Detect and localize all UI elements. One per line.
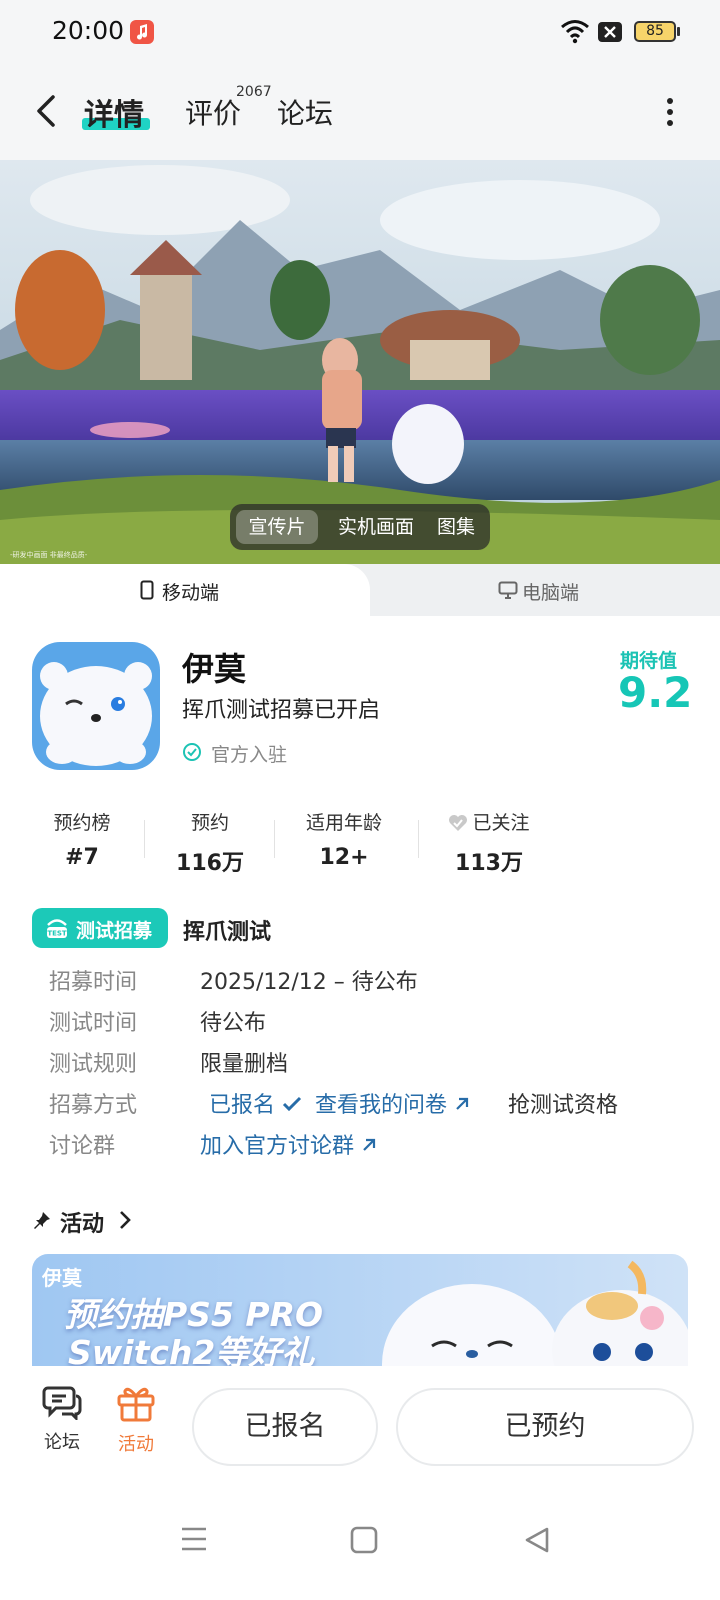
discussion-group-label: 讨论群 [49, 1134, 116, 1159]
banner-logo: 伊莫 [42, 1266, 82, 1290]
media-tab-gallery[interactable]: 图集 [426, 510, 486, 544]
header-nav: 详情 评价 2067 论坛 [0, 64, 720, 160]
chat-bubbles-icon [42, 1386, 82, 1422]
signed-up-label: 已报名 [209, 1093, 276, 1118]
signed-up-button[interactable]: 已报名 [192, 1388, 378, 1466]
activity-banner[interactable]: 伊莫 预约抽PS5 PRO Switch2等好礼 [32, 1254, 688, 1366]
signed-up-link[interactable]: 已报名 [209, 1087, 302, 1119]
join-group-label: 加入官方讨论群 [200, 1134, 355, 1159]
recruit-method-label: 招募方式 [49, 1093, 138, 1118]
test-rule-label: 测试规则 [49, 1052, 138, 1077]
back-triangle-icon[interactable] [524, 1526, 550, 1554]
activity-nav-item[interactable]: 活动 [106, 1384, 166, 1456]
tab-details-label: 详情 [84, 98, 144, 133]
battery-level: 85 [646, 23, 664, 39]
stat-reservations[interactable]: 预约 116万 [172, 808, 248, 877]
wifi-icon [561, 20, 589, 44]
view-questionnaire-link[interactable]: 查看我的问卷 [315, 1087, 470, 1119]
app-subtitle: 挥爪测试招募已开启 [182, 698, 381, 723]
verified-check-icon [183, 743, 201, 761]
official-label: 官方入驻 [211, 744, 288, 766]
app-name: 伊莫 [182, 650, 247, 688]
app-icon [32, 642, 160, 770]
recruit-time-value: 2025/12/12 – 待公布 [200, 970, 418, 995]
bottom-action-bar: 论坛 活动 已报名 已预约 [0, 1366, 720, 1486]
battery-tip [677, 27, 680, 36]
stat-followers-label-wrap: 已关注 [444, 808, 534, 835]
join-group-link[interactable]: 加入官方讨论群 [200, 1128, 377, 1160]
platform-tabs: 移动端 电脑端 [0, 564, 720, 616]
stat-reservations-label: 预约 [190, 812, 229, 834]
back-arrow-icon[interactable] [34, 94, 58, 128]
stat-followers-value: 113万 [455, 851, 523, 876]
expectation-score: 9.2 [618, 668, 693, 717]
media-tab-gameplay[interactable]: 实机画面 [326, 510, 426, 544]
tab-forum[interactable]: 论坛 [277, 92, 333, 132]
test-time-label: 测试时间 [49, 1011, 138, 1036]
stat-age-value: 12+ [319, 845, 369, 870]
monitor-icon [498, 581, 518, 599]
stat-rank-label: 预约榜 [53, 812, 111, 834]
home-icon[interactable] [350, 1526, 378, 1554]
forum-nav-item[interactable]: 论坛 [32, 1384, 92, 1454]
media-tab-group: 宣传片 实机画面 图集 [230, 504, 490, 550]
view-questionnaire-label: 查看我的问卷 [315, 1093, 448, 1118]
external-arrow-icon [456, 1097, 469, 1110]
test-title: 挥爪测试 [183, 920, 272, 945]
stat-rank[interactable]: 预约榜 #7 [50, 808, 114, 870]
grab-qualification-link[interactable]: 抢测试资格 [508, 1087, 618, 1119]
platform-tab-mobile[interactable]: 移动端 [0, 564, 370, 616]
tab-reviews[interactable]: 评价 [185, 92, 241, 132]
test-icon: TEST [47, 919, 67, 938]
menu-icon[interactable] [180, 1526, 208, 1552]
activity-section-title[interactable]: 活动 [60, 1206, 104, 1238]
test-recruit-badge-label: 测试招募 [76, 920, 153, 942]
battery-icon: 85 [634, 21, 676, 42]
external-arrow-icon [363, 1138, 376, 1151]
heart-icon [449, 815, 468, 831]
review-count: 2067 [236, 84, 272, 100]
tab-details[interactable]: 详情 [84, 90, 144, 134]
phone-icon [140, 580, 154, 600]
test-icon-text: TEST [47, 930, 67, 938]
stat-followers[interactable]: 已关注 113万 [444, 808, 534, 877]
stat-rank-value: #7 [65, 845, 99, 870]
divider [274, 820, 275, 858]
divider [418, 820, 419, 858]
gift-icon [117, 1387, 155, 1422]
test-recruit-badge: TEST 测试招募 [32, 908, 168, 948]
test-time-value: 待公布 [200, 1011, 267, 1036]
reserved-button[interactable]: 已预约 [396, 1388, 694, 1466]
music-app-icon [130, 20, 154, 44]
platform-tab-pc[interactable]: 电脑端 [480, 564, 600, 616]
pin-icon [34, 1212, 50, 1229]
status-bar: 20:00 85 [0, 0, 720, 64]
hero-media[interactable]: -研发中画面 非最终品质- 宣传片 实机画面 图集 [0, 160, 720, 564]
stat-age[interactable]: 适用年龄 12+ [302, 808, 386, 870]
more-options-icon[interactable] [664, 96, 676, 128]
banner-headline-2: Switch2等好礼 [68, 1333, 315, 1366]
test-rule-value: 限量删档 [200, 1052, 289, 1077]
divider [144, 820, 145, 858]
platform-pc-label: 电脑端 [522, 582, 580, 604]
stat-reservations-value: 116万 [176, 851, 244, 876]
close-notification-icon [598, 22, 622, 42]
activity-nav-label: 活动 [118, 1434, 154, 1455]
forum-nav-label: 论坛 [44, 1432, 80, 1453]
platform-mobile-label: 移动端 [162, 582, 220, 604]
hero-caption: -研发中画面 非最终品质- [10, 551, 88, 559]
checkmark-icon [282, 1096, 302, 1112]
stat-age-label: 适用年龄 [305, 812, 382, 834]
system-navigation-bar [0, 1486, 720, 1600]
media-tab-video[interactable]: 宣传片 [236, 510, 318, 544]
recruit-time-label: 招募时间 [49, 970, 138, 995]
stat-followers-label: 已关注 [472, 812, 530, 834]
status-time: 20:00 [52, 16, 125, 45]
chevron-right-icon[interactable] [118, 1210, 132, 1230]
